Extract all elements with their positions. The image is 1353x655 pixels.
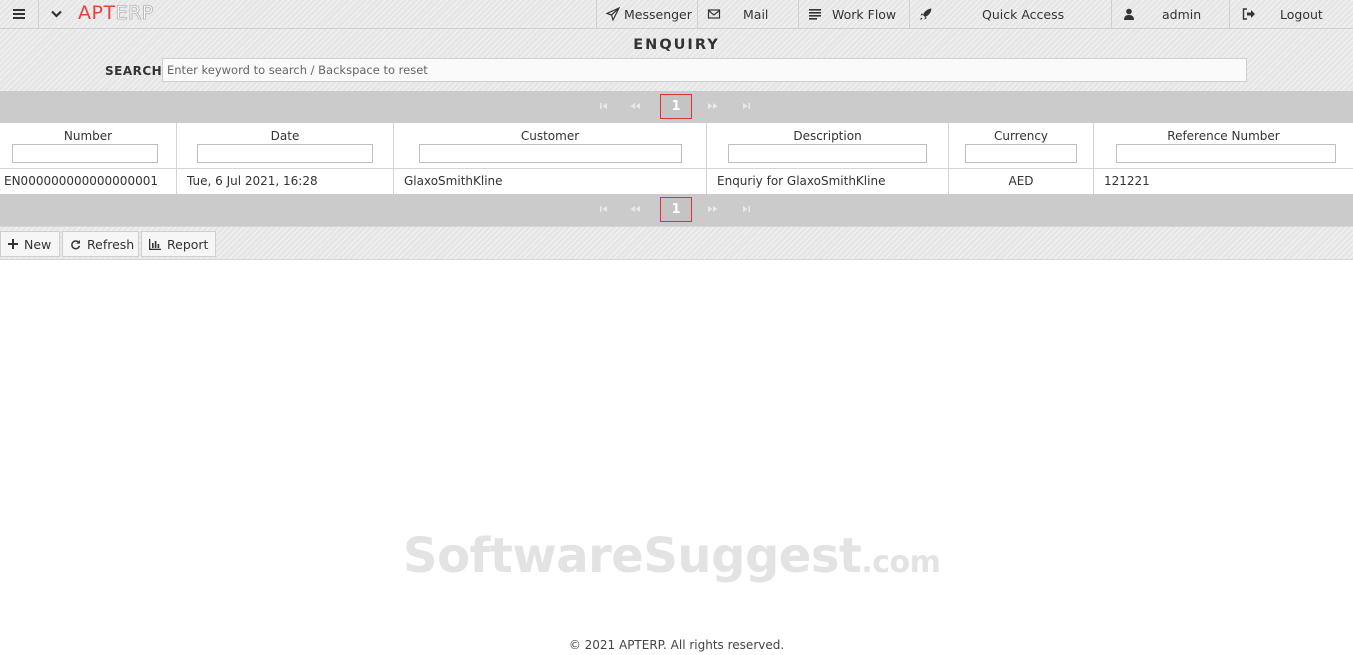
refresh-icon (71, 239, 81, 249)
cell-date: Tue, 6 Jul 2021, 16:28 (177, 169, 394, 194)
page-title: ENQUIRY (633, 37, 720, 53)
chevron-down-icon (50, 10, 62, 18)
watermark: SoftwareSuggest.com (403, 528, 941, 584)
next-page-icon[interactable] (706, 100, 720, 112)
filter-currency-input[interactable] (965, 144, 1077, 163)
nav-work-flow[interactable]: Work Flow (798, 0, 909, 28)
refresh-button[interactable]: Refresh (62, 231, 139, 257)
paper-plane-icon (606, 7, 620, 21)
nav-mail[interactable]: Mail (697, 0, 798, 28)
new-button[interactable]: New (0, 231, 60, 257)
search-input[interactable] (162, 58, 1247, 82)
search-label: SEARCH: (105, 64, 168, 78)
filter-reference-input[interactable] (1116, 144, 1336, 163)
column-header-currency: Currency (949, 123, 1094, 169)
prev-page-icon[interactable] (628, 100, 642, 112)
nav-logout[interactable]: Logout (1229, 0, 1353, 28)
column-header-number: Number (0, 123, 177, 169)
table-header: Number Date Customer Description Currenc… (0, 123, 1353, 169)
bar-chart-icon (149, 238, 161, 250)
nav-admin-user[interactable]: admin (1111, 0, 1229, 28)
rocket-icon (920, 8, 932, 20)
app-logo: APTERP (78, 2, 154, 25)
app-dropdown-button[interactable] (38, 0, 73, 28)
column-header-customer: Customer (394, 123, 707, 169)
action-toolbar: New Refresh Report (0, 226, 1353, 260)
plus-icon (8, 239, 18, 249)
nav-messenger[interactable]: Messenger (596, 0, 697, 28)
pager-top: 1 (0, 91, 1353, 123)
column-header-date: Date (177, 123, 394, 169)
top-bar: APTERP Messenger Mail Work Flow Quick Ac… (0, 0, 1353, 29)
table-row[interactable]: EN000000000000000001 Tue, 6 Jul 2021, 16… (0, 169, 1353, 194)
nav-quick-access[interactable]: Quick Access (909, 0, 1111, 28)
column-header-description: Description (707, 123, 949, 169)
next-page-icon[interactable] (706, 203, 720, 215)
filter-description-input[interactable] (728, 144, 927, 163)
hamburger-icon (13, 9, 25, 19)
footer-copyright: © 2021 APTERP. All rights reserved. (568, 638, 785, 652)
cell-description: Enquriy for GlaxoSmithKline (707, 169, 949, 194)
list-icon (809, 9, 821, 20)
cell-currency: AED (949, 169, 1094, 194)
cell-customer: GlaxoSmithKline (394, 169, 707, 194)
first-page-icon[interactable] (597, 100, 611, 112)
page-header: ENQUIRY SEARCH: (0, 29, 1353, 91)
pager-bottom: 1 (0, 194, 1353, 226)
column-header-reference-number: Reference Number (1094, 123, 1353, 169)
cell-reference-number: 121221 (1104, 174, 1150, 188)
first-page-icon[interactable] (597, 203, 611, 215)
filter-date-input[interactable] (197, 144, 373, 163)
last-page-icon[interactable] (739, 203, 753, 215)
sign-out-icon (1242, 8, 1255, 20)
prev-page-icon[interactable] (628, 203, 642, 215)
report-button[interactable]: Report (141, 231, 216, 257)
current-page-button[interactable]: 1 (660, 94, 692, 119)
menu-toggle-button[interactable] (0, 0, 38, 28)
envelope-icon (707, 9, 721, 19)
cell-number: EN000000000000000001 (0, 169, 177, 194)
filter-number-input[interactable] (12, 144, 158, 163)
current-page-button[interactable]: 1 (660, 197, 692, 222)
user-icon (1124, 8, 1134, 20)
last-page-icon[interactable] (739, 100, 753, 112)
filter-customer-input[interactable] (419, 144, 682, 163)
